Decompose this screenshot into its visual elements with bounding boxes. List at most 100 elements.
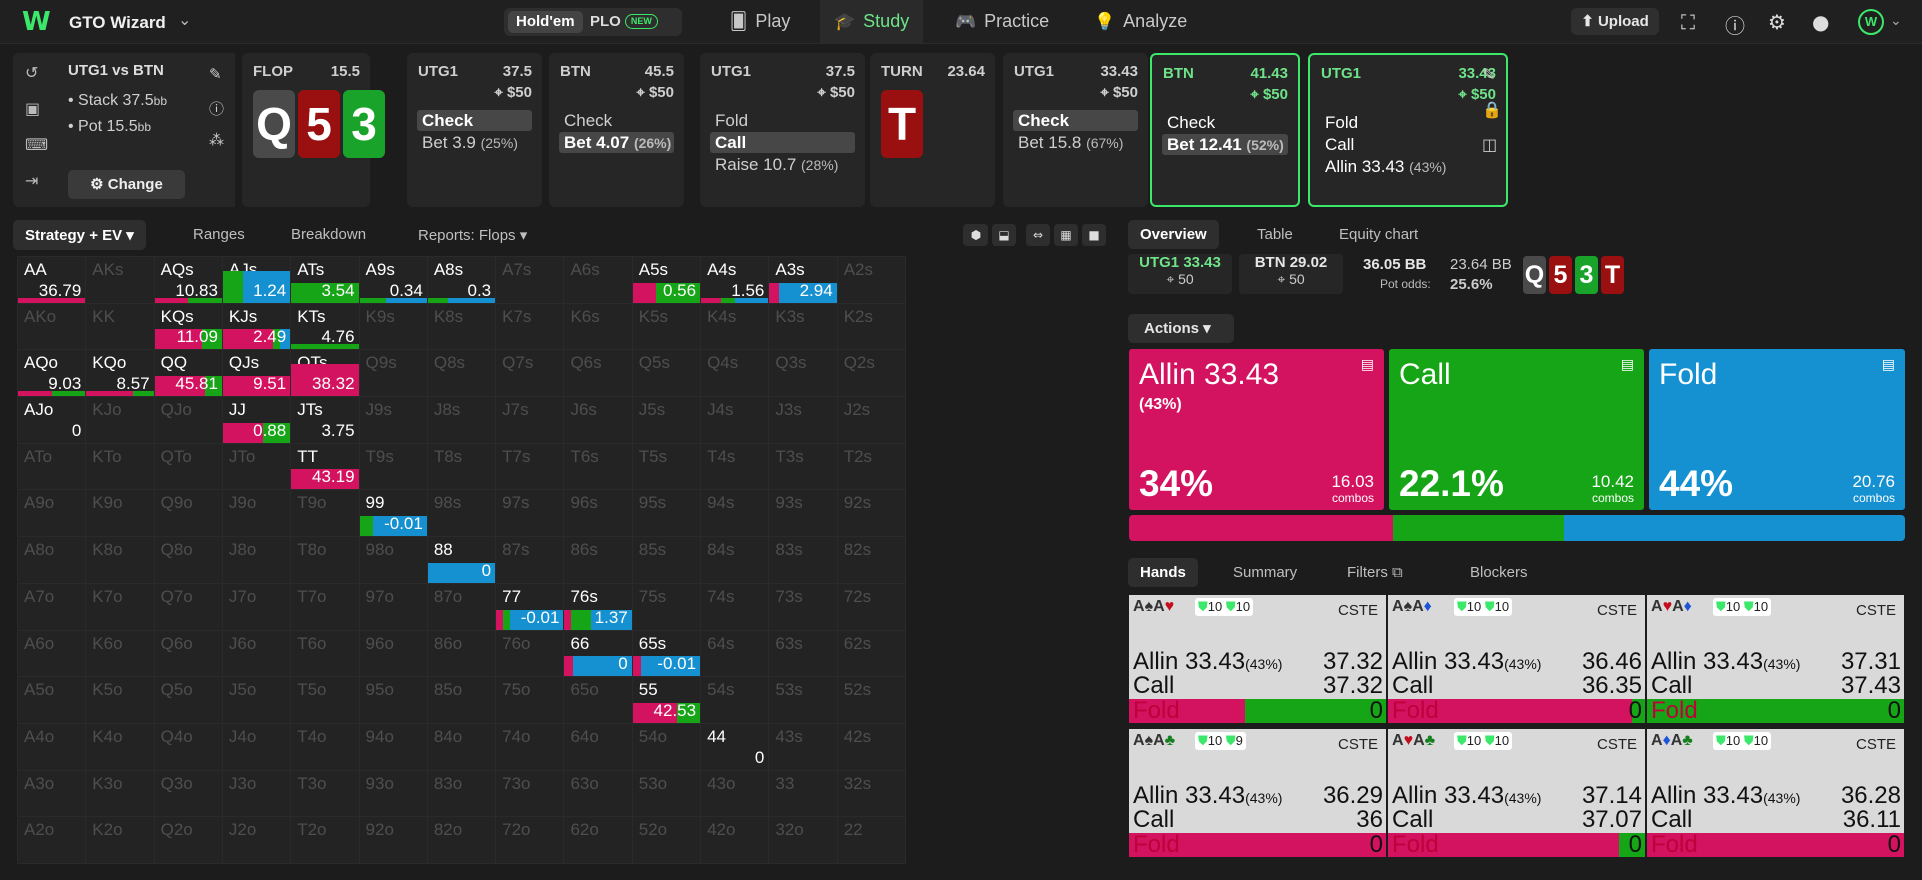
hand-cell-A5o[interactable]: A5o <box>18 677 86 723</box>
hand-cell-J5s[interactable]: J5s <box>632 397 701 443</box>
hand-cell-T9s[interactable]: T9s <box>359 443 427 490</box>
hand-combo-card[interactable]: A♠A♣ ⛊10 ⛊9 CSTE Allin 33.43(43%) 36.29 Call 3… <box>1129 729 1386 857</box>
tab-hands[interactable]: Hands <box>1128 558 1198 587</box>
hand-cell-A2o[interactable]: A2o <box>18 817 86 863</box>
hand-cell-43s[interactable]: 43s <box>769 723 837 770</box>
hand-cell-92o[interactable]: 92o <box>359 817 427 863</box>
hand-cell-A5s[interactable]: A5s 0.56 <box>632 257 701 303</box>
hand-cell-J2s[interactable]: J2s <box>837 397 905 443</box>
hand-cell-95s[interactable]: 95s <box>632 490 701 537</box>
tab-overview[interactable]: Overview <box>1128 220 1219 249</box>
hand-cell-Q4o[interactable]: Q4o <box>154 723 222 770</box>
hand-cell-K4s[interactable]: K4s <box>701 303 769 350</box>
hand-cell-J5o[interactable]: J5o <box>222 677 291 723</box>
palette-icon[interactable]: ⁂ <box>209 131 224 149</box>
hand-cell-T8o[interactable]: T8o <box>291 537 359 583</box>
compare-icon[interactable]: ◫ <box>1482 135 1497 154</box>
pencil-icon[interactable]: ✎ <box>209 65 222 83</box>
hand-cell-66[interactable]: 66 0 <box>564 630 632 677</box>
hand-cell-T5o[interactable]: T5o <box>291 677 359 723</box>
hand-cell-85s[interactable]: 85s <box>632 537 701 583</box>
action-option[interactable]: Bet 15.8 (67%) <box>1013 132 1138 153</box>
cube-icon[interactable]: ⬢ <box>964 224 988 246</box>
hand-cell-K2o[interactable]: K2o <box>86 817 154 863</box>
hand-cell-T7s[interactable]: T7s <box>496 443 564 490</box>
info-icon[interactable]: ⓘ <box>209 98 224 119</box>
hand-cell-KTo[interactable]: KTo <box>86 443 154 490</box>
hand-cell-99[interactable]: 99 -0.01 <box>359 490 427 537</box>
nav-study[interactable]: 🎓 Study <box>820 0 924 43</box>
tab-blockers[interactable]: Blockers <box>1470 564 1528 581</box>
action-option[interactable]: Bet 4.07 (26%) <box>559 132 674 153</box>
hand-cell-96o[interactable]: 96o <box>359 630 427 677</box>
hand-cell-JTs[interactable]: JTs 3.75 <box>291 397 359 443</box>
grid-icon[interactable]: ▦ <box>1054 224 1078 246</box>
hand-cell-J8s[interactable]: J8s <box>427 397 496 443</box>
action-box-fold[interactable]: Fold ▤ 44% 20.76 combos <box>1649 349 1905 510</box>
hand-cell-52o[interactable]: 52o <box>632 817 701 863</box>
hand-cell-AA[interactable]: AA 36.79 <box>18 257 86 303</box>
align-icon[interactable]: ⇥ <box>25 171 38 190</box>
hand-cell-65o[interactable]: 65o <box>564 677 632 723</box>
hand-cell-83s[interactable]: 83s <box>769 537 837 583</box>
hand-cell-92s[interactable]: 92s <box>837 490 905 537</box>
notes-icon[interactable]: ▤ <box>1361 357 1374 373</box>
hand-cell-84o[interactable]: 84o <box>427 723 496 770</box>
hand-cell-T3o[interactable]: T3o <box>291 770 359 817</box>
screenshot-icon[interactable]: ⛶ <box>1681 10 1695 34</box>
hand-cell-K8o[interactable]: K8o <box>86 537 154 583</box>
change-button[interactable]: ⚙ Change <box>68 170 185 199</box>
street-box[interactable]: TURN 23.64 T <box>870 53 995 207</box>
action-node[interactable]: UTG1 37.5 ⌖ $50 Check Bet 3.9 (25%) <box>407 53 542 207</box>
plo-tab[interactable]: PLO NEW <box>582 11 666 33</box>
hand-cell-97s[interactable]: 97s <box>496 490 564 537</box>
user-icon[interactable]: ● <box>1812 10 1829 34</box>
hand-cell-A6s[interactable]: A6s <box>564 257 632 303</box>
hand-combo-card[interactable]: A♠A♦ ⛊10 ⛊10 CSTE Allin 33.43(43%) 36.46 Call… <box>1388 595 1645 723</box>
hand-cell-Q6o[interactable]: Q6o <box>154 630 222 677</box>
hand-cell-AJo[interactable]: AJo 0 <box>18 397 86 443</box>
hand-cell-Q2s[interactable]: Q2s <box>837 350 905 397</box>
hand-cell-A9s[interactable]: A9s 0.34 <box>359 257 427 303</box>
action-box-allin[interactable]: Allin 33.43 (43%) ▤ 34% 16.03 combos <box>1129 349 1384 510</box>
hand-cell-54o[interactable]: 54o <box>632 723 701 770</box>
hand-cell-T2o[interactable]: T2o <box>291 817 359 863</box>
hand-cell-AJs[interactable]: AJs 1.24 <box>222 257 291 303</box>
hand-cell-K2s[interactable]: K2s <box>837 303 905 350</box>
hand-cell-A9o[interactable]: A9o <box>18 490 86 537</box>
hand-cell-T4o[interactable]: T4o <box>291 723 359 770</box>
action-node[interactable]: UTG1 33.43 ⌖ $50 Check Bet 15.8 (67%) <box>1003 53 1148 207</box>
hand-cell-T6o[interactable]: T6o <box>291 630 359 677</box>
hand-cell-J3s[interactable]: J3s <box>769 397 837 443</box>
notes-icon[interactable]: ▤ <box>1882 357 1895 373</box>
hand-cell-K3s[interactable]: K3s <box>769 303 837 350</box>
hand-cell-73s[interactable]: 73s <box>769 583 837 630</box>
hand-cell-A2s[interactable]: A2s <box>837 257 905 303</box>
pencil-icon[interactable]: ✎ <box>1482 65 1495 84</box>
hand-cell-72o[interactable]: 72o <box>496 817 564 863</box>
hand-cell-QJo[interactable]: QJo <box>154 397 222 443</box>
hand-cell-43o[interactable]: 43o <box>701 770 769 817</box>
tab-filters[interactable]: Filters ⧉ <box>1347 564 1403 581</box>
fullsquare-icon[interactable]: ■ <box>1082 224 1106 246</box>
hand-cell-64s[interactable]: 64s <box>701 630 769 677</box>
action-option[interactable]: Fold <box>710 110 855 131</box>
hand-cell-Q3o[interactable]: Q3o <box>154 770 222 817</box>
hand-cell-K3o[interactable]: K3o <box>86 770 154 817</box>
hand-cell-87s[interactable]: 87s <box>496 537 564 583</box>
hand-cell-K7o[interactable]: K7o <box>86 583 154 630</box>
hand-cell-87o[interactable]: 87o <box>427 583 496 630</box>
hand-cell-A4s[interactable]: A4s 1.56 <box>701 257 769 303</box>
hand-cell-ATo[interactable]: ATo <box>18 443 86 490</box>
hand-cell-K7s[interactable]: K7s <box>496 303 564 350</box>
hand-combo-card[interactable]: A♠A♥ ⛊10 ⛊10 CSTE Allin 33.43(43%) 37.32 Call… <box>1129 595 1386 723</box>
hand-combo-card[interactable]: A♥A♣ ⛊10 ⛊10 CSTE Allin 33.43(43%) 37.14 Call… <box>1388 729 1645 857</box>
hand-cell-QTs[interactable]: QTs 38.32 <box>291 350 359 397</box>
gto-wizard-logo-icon[interactable]: W <box>22 9 54 35</box>
hand-cell-K9s[interactable]: K9s <box>359 303 427 350</box>
hand-cell-A4o[interactable]: A4o <box>18 723 86 770</box>
hand-cell-97o[interactable]: 97o <box>359 583 427 630</box>
hand-cell-52s[interactable]: 52s <box>837 677 905 723</box>
action-node[interactable]: BTN 45.5 ⌖ $50 Check Bet 4.07 (26%) <box>549 53 684 207</box>
action-option[interactable]: Bet 12.41 (52%) <box>1162 134 1288 155</box>
